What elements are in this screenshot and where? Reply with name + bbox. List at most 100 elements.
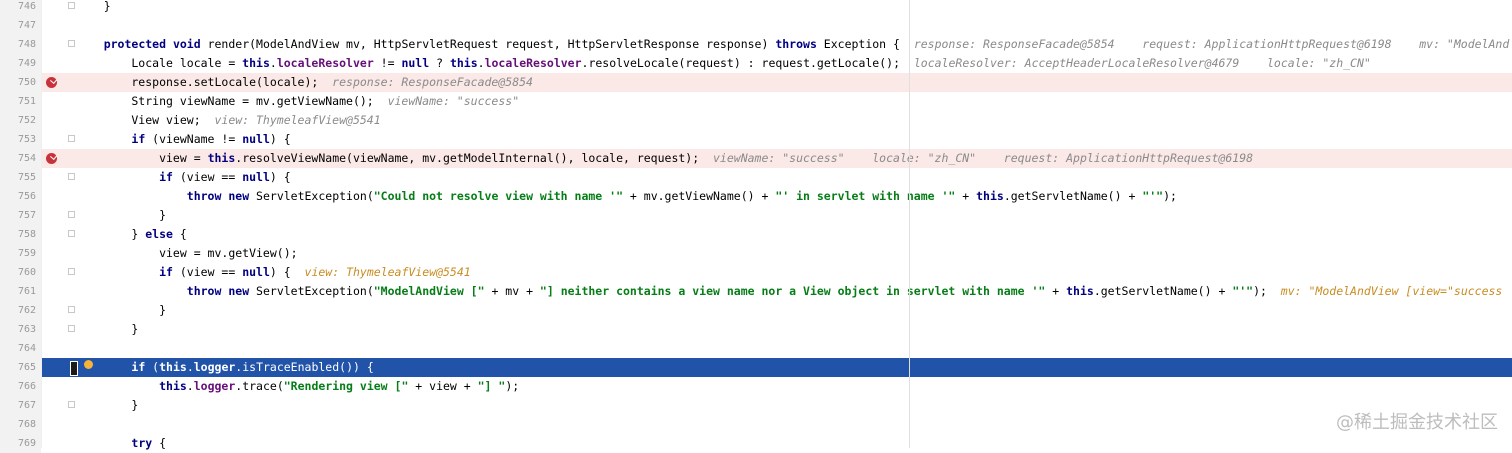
code-line[interactable]: 756 throw new ServletException("Could no… xyxy=(0,187,1512,206)
line-number[interactable]: 761 xyxy=(0,282,41,301)
breakpoint-icon[interactable] xyxy=(46,153,57,164)
line-number[interactable]: 769 xyxy=(0,434,41,453)
line-number[interactable]: 751 xyxy=(0,92,41,111)
code-text: if (view == null) { xyxy=(76,168,291,187)
code-token: != xyxy=(373,56,402,70)
code-line[interactable]: 751 String viewName = mv.getViewName(); … xyxy=(0,92,1512,111)
code-text: throw new ServletException("ModelAndView… xyxy=(76,282,1503,301)
line-number[interactable]: 755 xyxy=(0,168,41,187)
code-token: throw xyxy=(186,189,222,203)
code-text: throw new ServletException("Could not re… xyxy=(76,187,1177,206)
breakpoint-line[interactable]: 750 response.setLocale(locale); response… xyxy=(0,73,1512,92)
code-line[interactable]: 769 try { xyxy=(0,434,1512,453)
code-token: ); xyxy=(1253,284,1267,298)
code-token: this xyxy=(976,189,1004,203)
code-token: protected xyxy=(103,37,167,51)
line-number[interactable]: 748 xyxy=(0,35,41,54)
code-token: { xyxy=(172,227,187,241)
code-token: throws xyxy=(775,37,817,51)
code-line[interactable]: 768 xyxy=(0,415,1512,434)
code-token: "Could not resolve view with name '" xyxy=(373,189,623,203)
code-line[interactable]: 766 this.logger.trace("Rendering view ["… xyxy=(0,377,1512,396)
breakpoint-line[interactable]: 754 view = this.resolveViewName(viewName… xyxy=(0,149,1512,168)
line-number[interactable]: 762 xyxy=(0,301,41,320)
code-token: null xyxy=(242,170,270,184)
fold-marker-icon[interactable] xyxy=(68,230,75,237)
code-text: } xyxy=(76,320,138,339)
code-token: localeResolver xyxy=(276,56,374,70)
fold-marker-icon[interactable] xyxy=(68,135,75,142)
line-number[interactable]: 764 xyxy=(0,339,41,358)
code-token: logger xyxy=(193,379,236,393)
code-line[interactable]: 762 } xyxy=(0,301,1512,320)
code-token: . xyxy=(186,379,194,393)
code-token: .getServletName() + xyxy=(1093,284,1233,298)
fold-marker-icon[interactable] xyxy=(68,211,75,218)
code-line[interactable]: 764 xyxy=(0,339,1512,358)
fold-marker-icon[interactable] xyxy=(68,401,75,408)
breakpoint-icon[interactable] xyxy=(46,77,57,88)
code-line[interactable]: 746 } xyxy=(0,0,1512,16)
line-number[interactable]: 747 xyxy=(0,16,41,35)
code-token: new xyxy=(228,189,250,203)
line-number[interactable]: 767 xyxy=(0,396,41,415)
fold-marker-icon[interactable] xyxy=(68,40,75,47)
code-token: + xyxy=(1045,284,1067,298)
code-line[interactable]: 763 } xyxy=(0,320,1512,339)
code-line[interactable]: 759 view = mv.getView(); xyxy=(0,244,1512,263)
line-number[interactable]: 746 xyxy=(0,0,41,16)
line-number[interactable]: 763 xyxy=(0,320,41,339)
code-token: ); xyxy=(1163,189,1177,203)
line-number[interactable]: 753 xyxy=(0,130,41,149)
code-line[interactable]: 760 if (view == null) { view: ThymeleafV… xyxy=(0,263,1512,282)
code-token: "Rendering view [" xyxy=(283,379,409,393)
code-line[interactable]: 752 View view; view: ThymeleafView@5541 xyxy=(0,111,1512,130)
line-number[interactable]: 749 xyxy=(0,54,41,73)
code-token: throw xyxy=(186,284,222,298)
code-token: "'" xyxy=(1232,284,1254,298)
code-line[interactable]: 758 } else { xyxy=(0,225,1512,244)
right-margin-guide xyxy=(909,0,910,448)
code-editor[interactable]: 746 } 747 748 protected void render(ModelA… xyxy=(0,0,1512,453)
fold-marker-icon[interactable] xyxy=(68,306,75,313)
code-line[interactable]: 753 if (viewName != null) { xyxy=(0,130,1512,149)
code-line[interactable]: 757 } xyxy=(0,206,1512,225)
code-token: ServletException( xyxy=(249,284,374,298)
fold-marker-icon[interactable] xyxy=(68,325,75,332)
line-number[interactable]: 756 xyxy=(0,187,41,206)
fold-marker-icon[interactable] xyxy=(68,2,75,9)
line-number[interactable]: 768 xyxy=(0,415,41,434)
inline-debug-value: view: ThymeleafView@5541 xyxy=(290,265,471,279)
watermark: @稀土掘金技术社区 xyxy=(1336,412,1498,433)
code-line[interactable]: 749 Locale locale = this.localeResolver … xyxy=(0,54,1512,73)
line-number[interactable]: 757 xyxy=(0,206,41,225)
code-line[interactable]: 767 } xyxy=(0,396,1512,415)
line-number[interactable]: 765 xyxy=(0,358,41,377)
code-line[interactable]: 755 if (view == null) { xyxy=(0,168,1512,187)
line-number[interactable]: 760 xyxy=(0,263,41,282)
code-token: this xyxy=(207,151,236,165)
current-execution-line[interactable]: 765 if (this.logger.isTraceEnabled()) { xyxy=(0,358,1512,377)
code-text: } xyxy=(76,301,166,320)
code-line[interactable]: 747 xyxy=(0,16,1512,35)
line-number[interactable]: 758 xyxy=(0,225,41,244)
line-number[interactable]: 750 xyxy=(0,73,41,92)
line-number[interactable]: 766 xyxy=(0,377,41,396)
code-token: .isTraceEnabled()) { xyxy=(235,360,374,374)
inline-debug-value: response: ResponseFacade@5854 xyxy=(318,75,533,89)
line-number[interactable]: 759 xyxy=(0,244,41,263)
fold-marker-icon[interactable] xyxy=(68,173,75,180)
code-token: null xyxy=(242,265,270,279)
code-text: if (viewName != null) { xyxy=(76,130,290,149)
line-number[interactable]: 752 xyxy=(0,111,41,130)
code-token: ); xyxy=(505,379,520,393)
code-token: if xyxy=(131,132,146,146)
code-line[interactable]: 761 throw new ServletException("ModelAnd… xyxy=(0,282,1512,301)
line-number[interactable]: 754 xyxy=(0,149,41,168)
fold-marker-icon[interactable] xyxy=(68,268,75,275)
code-text: protected void render(ModelAndView mv, H… xyxy=(76,35,1510,54)
code-token: + mv.getViewName() + xyxy=(623,189,776,203)
code-line[interactable]: 748 protected void render(ModelAndView m… xyxy=(0,35,1512,54)
